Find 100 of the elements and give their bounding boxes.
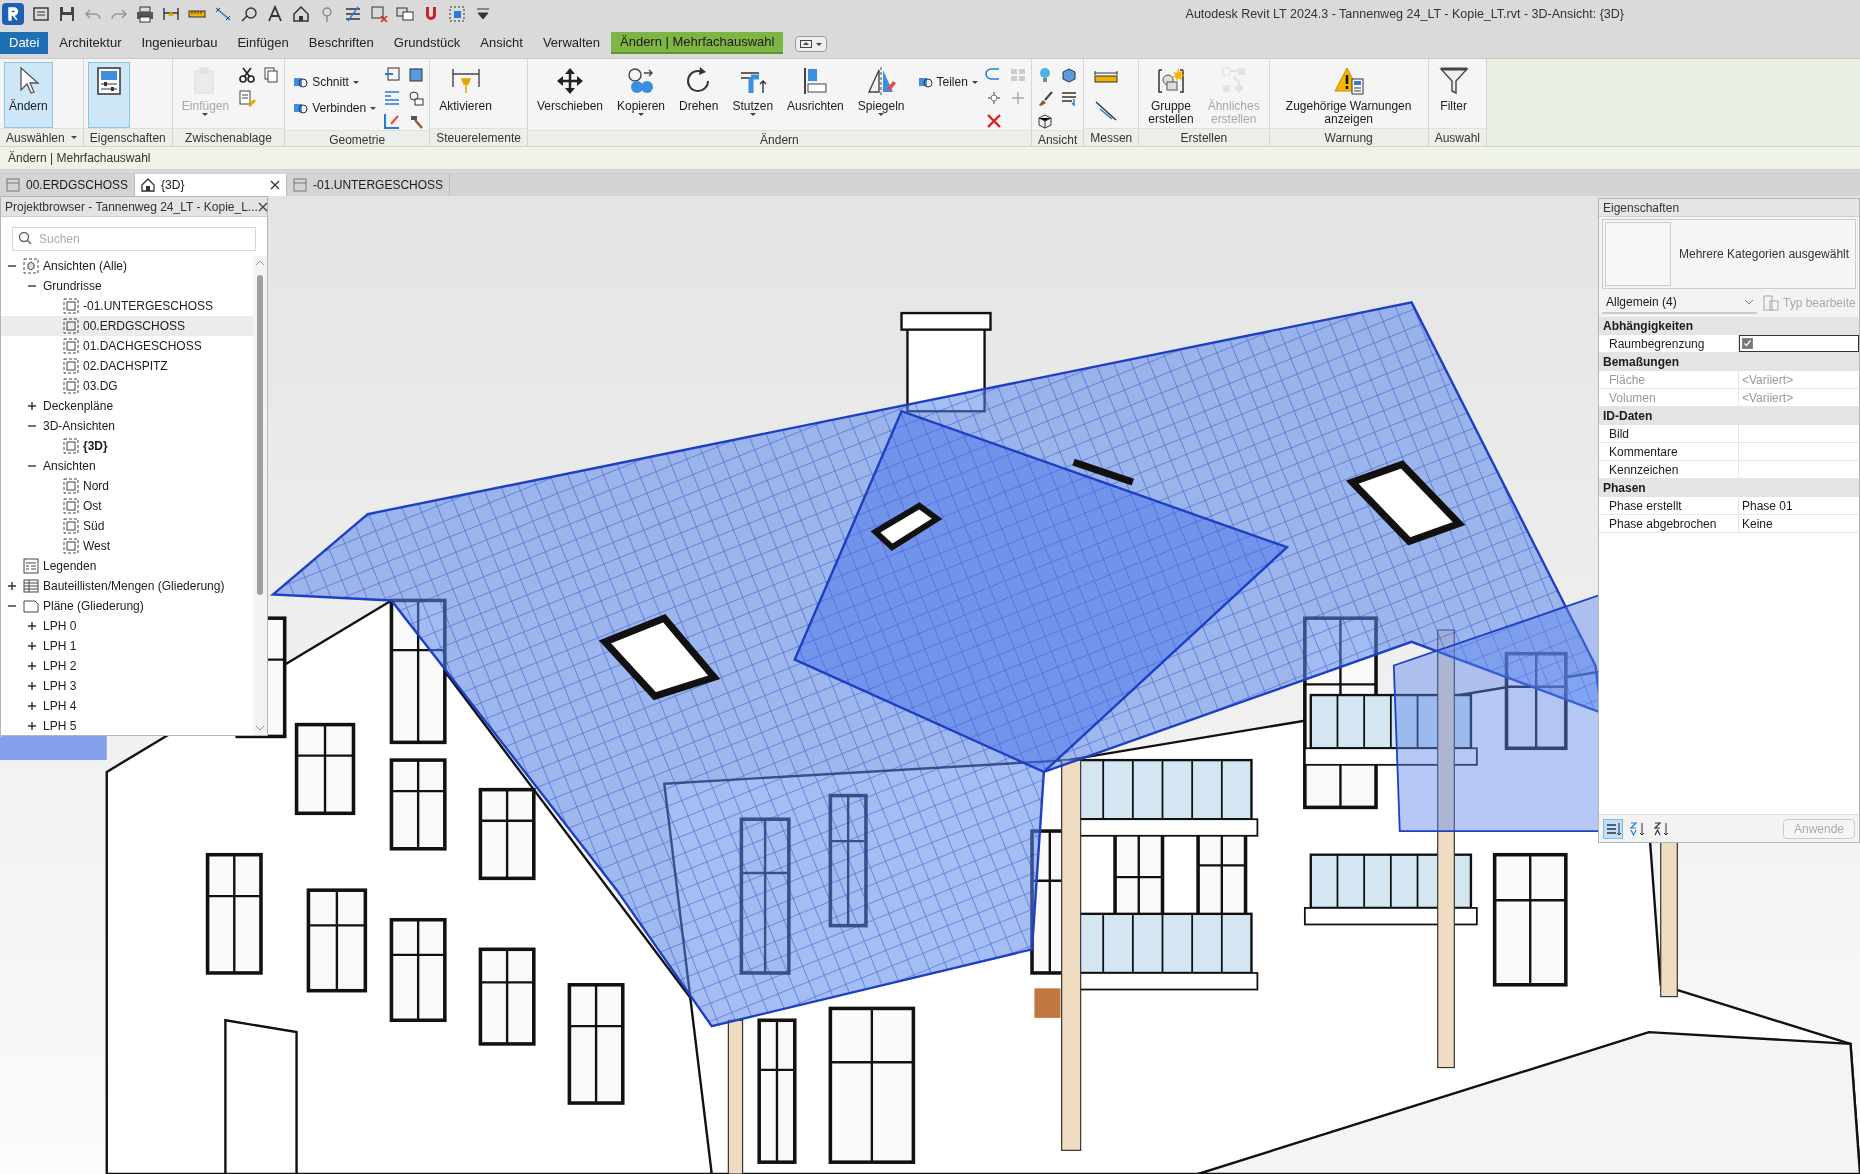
- linework-icon[interactable]: [1059, 89, 1078, 107]
- ribbon-tab[interactable]: Verwalten: [533, 32, 609, 54]
- ribbon-tab[interactable]: Architektur: [50, 32, 131, 54]
- tree-item[interactable]: Deckenpläne: [1, 396, 253, 416]
- delete-icon[interactable]: [984, 112, 1003, 130]
- paint-icon[interactable]: [383, 112, 402, 130]
- wall-join-icon[interactable]: [407, 66, 426, 84]
- scroll-down-icon[interactable]: [255, 724, 265, 732]
- search-field[interactable]: Suchen: [12, 227, 256, 251]
- sort-mode-button[interactable]: [1603, 818, 1623, 839]
- demolish-icon[interactable]: [407, 89, 426, 107]
- tree-item[interactable]: Süd: [1, 516, 253, 536]
- tree-item[interactable]: LPH 0: [1, 616, 253, 636]
- aligned-dimension-icon[interactable]: [214, 5, 232, 23]
- tree-item[interactable]: Pläne (Gliederung): [1, 596, 253, 616]
- ribbon-tab[interactable]: Grundstück: [384, 32, 470, 54]
- ribbon-button[interactable]: Gruppe erstellen: [1143, 62, 1199, 128]
- expand-icon[interactable]: [27, 721, 37, 731]
- scissors-icon[interactable]: [238, 66, 257, 84]
- dimension-icon[interactable]: [162, 5, 180, 23]
- split-face-icon[interactable]: [383, 89, 402, 107]
- tree-item[interactable]: Legenden: [1, 556, 253, 576]
- ribbon-tab[interactable]: Einfügen: [228, 32, 298, 54]
- expand-icon[interactable]: [27, 661, 37, 671]
- ribbon-tab[interactable]: Ansicht: [471, 32, 532, 54]
- property-group-header[interactable]: ID-Daten: [1599, 407, 1859, 425]
- ribbon-button[interactable]: Ausrichten: [782, 62, 849, 128]
- close-hidden-icon[interactable]: [370, 5, 388, 23]
- ribbon-button[interactable]: Filter: [1432, 62, 1475, 128]
- ribbon-button[interactable]: Drehen: [674, 62, 724, 128]
- tree-item[interactable]: Ost: [1, 496, 253, 516]
- close-icon[interactable]: [257, 201, 268, 212]
- tree-item[interactable]: 3D-Ansichten: [1, 416, 253, 436]
- ribbon-button[interactable]: Kopieren: [612, 62, 671, 128]
- expand-icon[interactable]: [7, 581, 17, 591]
- tree-item[interactable]: {3D}: [1, 436, 253, 456]
- diagonal-dimension-icon[interactable]: [1094, 100, 1119, 122]
- cube-icon[interactable]: [1059, 66, 1078, 84]
- ribbon-button[interactable]: Verbinden: [289, 98, 380, 118]
- category-dropdown[interactable]: Allgemein (4): [1602, 292, 1757, 314]
- ribbon-button[interactable]: Zugehörige Warnungen anzeigen: [1273, 62, 1424, 128]
- view-icon: [63, 298, 79, 314]
- expand-icon[interactable]: [27, 701, 37, 711]
- ribbon-tab[interactable]: Ingenieurbau: [132, 32, 227, 54]
- print-icon[interactable]: [136, 5, 154, 23]
- property-group-header[interactable]: Abhängigkeiten: [1599, 317, 1859, 335]
- properties-button[interactable]: [87, 62, 130, 128]
- ribbon-button[interactable]: Verschieben: [531, 62, 608, 128]
- tree-item[interactable]: -01.UNTERGESCHOSS: [1, 296, 253, 316]
- select-links-icon[interactable]: [448, 5, 466, 23]
- tree-item[interactable]: 02.DACHSPITZ: [1, 356, 253, 376]
- tree-item[interactable]: LPH 3: [1, 676, 253, 696]
- ribbon-button[interactable]: Ändern: [4, 62, 53, 128]
- house-icon[interactable]: [292, 5, 310, 23]
- text-icon[interactable]: [266, 5, 284, 23]
- ribbon-button[interactable]: Spiegeln: [852, 62, 910, 128]
- property-value-field[interactable]: [1739, 335, 1859, 352]
- tree-item[interactable]: Grundrisse: [1, 276, 253, 296]
- plan-view-icon: [6, 178, 20, 192]
- ribbon-button[interactable]: Aktivieren: [434, 62, 497, 128]
- expand-icon[interactable]: [27, 621, 37, 631]
- property-group-header[interactable]: Phasen: [1599, 479, 1859, 497]
- type-selector[interactable]: Mehrere Kategorien ausgewählt: [1602, 219, 1856, 289]
- minimize-ribbon-button[interactable]: [795, 36, 828, 52]
- thin-lines-icon[interactable]: [344, 5, 362, 23]
- ribbon-tab[interactable]: Datei: [0, 32, 49, 54]
- tree-item[interactable]: LPH 1: [1, 636, 253, 656]
- ribbon-button[interactable]: Stutzen: [727, 62, 779, 128]
- tree-item[interactable]: Ansichten (Alle): [1, 256, 253, 276]
- app-logo[interactable]: [2, 3, 24, 25]
- ribbon-button[interactable]: Schnitt: [289, 72, 380, 92]
- tree-item[interactable]: 01.DACHGESCHOSS: [1, 336, 253, 356]
- tree-item[interactable]: Nord: [1, 476, 253, 496]
- tree-item[interactable]: LPH 5: [1, 716, 253, 735]
- view-tab[interactable]: {3D}: [135, 174, 288, 196]
- close-icon[interactable]: [270, 180, 281, 190]
- ribbon-button[interactable]: Teilen: [913, 72, 981, 92]
- tree-item[interactable]: LPH 2: [1, 656, 253, 676]
- switch-windows-icon[interactable]: [396, 5, 414, 23]
- ribbon-tab[interactable]: Ändern | Mehrfachauswahl: [611, 32, 784, 54]
- scrollbar-thumb[interactable]: [257, 275, 263, 595]
- checkbox[interactable]: [1742, 338, 1753, 349]
- tree-item[interactable]: 00.ERDGSCHOSS: [1, 316, 253, 336]
- property-group-header[interactable]: Bemaßungen: [1599, 353, 1859, 371]
- copy-icon[interactable]: [262, 66, 281, 84]
- expand-icon[interactable]: [27, 681, 37, 691]
- tree-item[interactable]: Bauteillisten/Mengen (Gliederung): [1, 576, 253, 596]
- scroll-up-icon[interactable]: [255, 259, 265, 267]
- match-properties-icon[interactable]: [238, 89, 257, 107]
- panel-title: Eigenschaften: [1603, 199, 1680, 217]
- tree-item[interactable]: LPH 4: [1, 696, 253, 716]
- tree-item[interactable]: Ansichten: [1, 456, 253, 476]
- expand-icon[interactable]: [27, 641, 37, 651]
- tree-item[interactable]: 03.DG: [1, 376, 253, 396]
- section-box-icon[interactable]: [1035, 112, 1054, 130]
- cut-geometry-icon[interactable]: [383, 66, 402, 84]
- property-name: Raumbegrenzung: [1599, 335, 1739, 352]
- ribbon-tab[interactable]: Beschriften: [299, 32, 383, 54]
- tree-item[interactable]: West: [1, 536, 253, 556]
- expand-icon[interactable]: [27, 401, 37, 411]
